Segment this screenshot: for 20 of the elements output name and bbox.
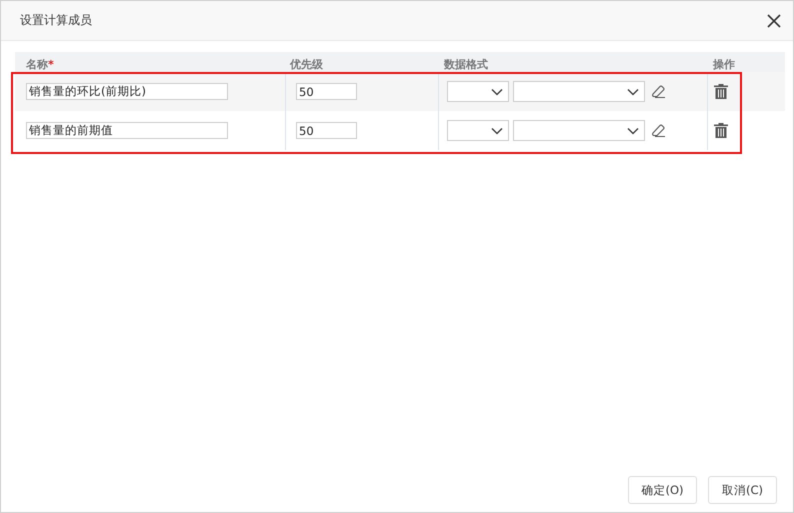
chevron-icon — [627, 88, 639, 96]
trash-icon[interactable] — [714, 84, 728, 99]
chevron-icon — [491, 127, 503, 135]
priority-field[interactable]: 50 — [296, 83, 357, 100]
eraser-icon[interactable] — [651, 123, 666, 138]
name-field[interactable]: 销售量的环比(前期比) — [26, 83, 228, 100]
trash-icon[interactable] — [714, 123, 728, 138]
dialog-button[interactable]: 确定(O) — [628, 476, 697, 504]
chevron-icon — [491, 88, 503, 96]
priority-field[interactable]: 50 — [296, 122, 357, 139]
column-header: 名称* — [26, 58, 54, 70]
eraser-icon[interactable] — [651, 84, 666, 99]
close-icon[interactable] — [765, 12, 783, 30]
window-title: 设置计算成员 — [20, 12, 92, 29]
column-header: 优先级 — [290, 58, 323, 70]
chevron-icon — [627, 127, 639, 135]
name-field[interactable]: 销售量的前期值 — [26, 122, 228, 139]
column-header: 操作 — [713, 58, 735, 70]
dialog-button[interactable]: 取消(C) — [708, 476, 777, 504]
column-header: 数据格式 — [444, 58, 488, 70]
